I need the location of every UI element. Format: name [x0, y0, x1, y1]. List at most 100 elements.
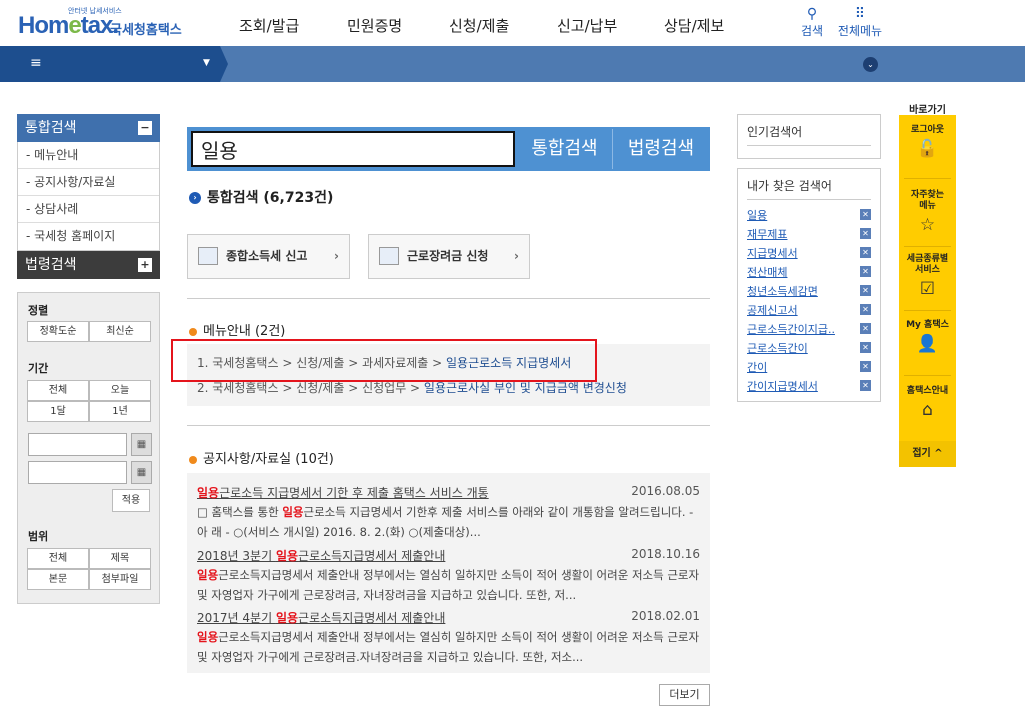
- my-keyword-item[interactable]: 재무제표: [747, 226, 787, 242]
- sidebar-item-menu[interactable]: - 메뉴안내: [18, 142, 159, 169]
- header-search-label: 검색: [800, 24, 824, 38]
- logout-label: 로그아웃: [910, 125, 945, 135]
- remove-keyword-icon[interactable]: ✕: [860, 247, 871, 258]
- notice-body-1: □ 홈택스를 통한 일용근로소득 지급명세서 기한후 제출 서비스를 아래와 같…: [197, 502, 702, 542]
- grid-icon: ⠿: [854, 6, 866, 22]
- my-hometax-button[interactable]: My 홈택스 👤: [899, 320, 956, 355]
- notice-body-1-pre: □ 홈택스를 통한: [197, 505, 283, 519]
- remove-keyword-icon[interactable]: ✕: [860, 209, 871, 220]
- menu-section-title: 메뉴안내 (2건): [203, 324, 286, 339]
- collapse-icon[interactable]: −: [138, 121, 152, 135]
- period-all-button[interactable]: 전체: [27, 380, 89, 401]
- end-date-input[interactable]: [28, 461, 127, 484]
- notice-title-3-text: 근로소득지급명세서 제출안내: [298, 611, 446, 625]
- my-keyword-item[interactable]: 간이: [747, 359, 767, 375]
- total-search-button[interactable]: 통합검색: [517, 129, 613, 169]
- remove-keyword-icon[interactable]: ✕: [860, 342, 871, 353]
- scope-all-button[interactable]: 전체: [27, 548, 89, 569]
- quick-income-tax-button[interactable]: 종합소득세 신고 ›: [187, 234, 350, 279]
- remove-keyword-icon[interactable]: ✕: [860, 380, 871, 391]
- my-keyword-item[interactable]: 공제신고서: [747, 302, 798, 318]
- divider: [187, 298, 710, 299]
- total-search-header[interactable]: 통합검색 −: [17, 114, 160, 142]
- sort-accuracy-button[interactable]: 정확도순: [27, 321, 89, 342]
- my-keyword-item[interactable]: 근로소득간이: [747, 340, 808, 356]
- hometax-logo[interactable]: 안터넷 납세서비스 Hometax. 국세청홈택스: [18, 6, 183, 40]
- divider: [747, 145, 871, 146]
- orange-dot-icon: [189, 327, 197, 336]
- law-search-header[interactable]: 법령검색 +: [17, 251, 160, 279]
- notice-title-2-pre: 2018년 3분기: [197, 549, 276, 563]
- more-button[interactable]: 더보기: [659, 684, 710, 706]
- nav-consult-report[interactable]: 상담/제보: [664, 15, 724, 36]
- period-year-button[interactable]: 1년: [89, 401, 151, 422]
- my-keyword-item[interactable]: 청년소득세감면: [747, 283, 818, 299]
- sort-latest-button[interactable]: 최신순: [89, 321, 151, 342]
- remove-keyword-icon[interactable]: ✕: [860, 361, 871, 372]
- sidebar-item-notice[interactable]: - 공지사항/자료실: [18, 169, 159, 196]
- scope-attachment-button[interactable]: 첨부파일: [89, 569, 151, 590]
- hometax-guide-button[interactable]: 홈택스안내 ⌂: [899, 386, 956, 421]
- sidebar-item-nts-home[interactable]: - 국세청 홈페이지: [18, 223, 159, 250]
- notice-body-3-text: 근로소득지급명세서 제출안내 정부에서는 열심히 일하지만 소득이 적어 생활이…: [197, 630, 700, 664]
- expand-icon[interactable]: +: [138, 258, 152, 272]
- notice-title-1-text: 근로소득 지급명세서 기한 후 제출 홈택스 서비스 개통: [219, 486, 489, 500]
- popular-keywords-box: 인기검색어: [737, 114, 881, 159]
- remove-keyword-icon[interactable]: ✕: [860, 285, 871, 296]
- header-search-button[interactable]: ⚲ 검색: [799, 6, 825, 39]
- nav-apply-submit[interactable]: 신청/제출: [449, 15, 509, 36]
- remove-keyword-icon[interactable]: ✕: [860, 323, 871, 334]
- remove-keyword-icon[interactable]: ✕: [860, 266, 871, 277]
- tax-service-button[interactable]: 세금종류별 서비스 ☑: [899, 254, 956, 300]
- law-search-button[interactable]: 법령검색: [614, 129, 708, 169]
- sidebar-item-consult[interactable]: - 상담사례: [18, 196, 159, 223]
- remove-keyword-icon[interactable]: ✕: [860, 228, 871, 239]
- notice-body-1-highlight: 일용: [282, 505, 304, 519]
- all-menu-button[interactable]: ⠿ 전체메뉴: [837, 6, 883, 39]
- notice-title-2[interactable]: 2018년 3분기 일용근로소득지급명세서 제출안내: [197, 547, 445, 564]
- fold-button[interactable]: 접기 ^: [899, 441, 956, 467]
- law-search-label: 법령검색: [25, 257, 77, 273]
- nav-inquiry[interactable]: 조회/발급: [239, 15, 299, 36]
- period-month-button[interactable]: 1달: [27, 401, 89, 422]
- remove-keyword-icon[interactable]: ✕: [860, 304, 871, 315]
- quick-income-tax-label: 종합소득세 신고: [226, 249, 308, 263]
- my-keyword-item[interactable]: 전산매체: [747, 264, 787, 280]
- calendar-icon[interactable]: ▦: [131, 433, 152, 456]
- search-filter-panel: 정렬 정확도순 최신순 기간 전체 오늘 1달 1년 ▦ ▦ 적용 범위 전체 …: [17, 292, 160, 604]
- document-check-icon: [379, 247, 399, 265]
- all-menu-label: 전체메뉴: [837, 24, 883, 38]
- notice-section-title: 공지사항/자료실 (10건): [203, 452, 334, 467]
- start-date-input[interactable]: [28, 433, 127, 456]
- scope-title-button[interactable]: 제목: [89, 548, 151, 569]
- notice-title-3[interactable]: 2017년 4분기 일용근로소득지급명세서 제출안내: [197, 609, 445, 626]
- apply-button[interactable]: 적용: [112, 489, 150, 512]
- tax-service-label: 세금종류별 서비스: [906, 254, 949, 275]
- period-title: 기간: [28, 362, 49, 375]
- scope-body-button[interactable]: 본문: [27, 569, 89, 590]
- search-input[interactable]: [191, 131, 515, 167]
- search-icon: ⚲: [806, 6, 818, 22]
- menu-path-2-text: 2. 국세청홈택스 > 신청/제출 > 신청업무 >: [197, 381, 424, 395]
- nav-certificate[interactable]: 민원증명: [347, 15, 402, 36]
- hamburger-icon[interactable]: ≡: [30, 55, 42, 71]
- period-today-button[interactable]: 오늘: [89, 380, 151, 401]
- logout-button[interactable]: 로그아웃 🔓: [899, 125, 956, 160]
- home-icon: ⌂: [922, 400, 933, 420]
- my-keyword-item[interactable]: 간이지급명세서: [747, 378, 818, 394]
- caret-down-icon[interactable]: ▼: [203, 58, 210, 68]
- notice-title-3-pre: 2017년 4분기: [197, 611, 276, 625]
- my-keyword-item[interactable]: 근로소득간이지급..: [747, 321, 835, 337]
- notice-body-3: 일용근로소득지급명세서 제출안내 정부에서는 열심히 일하지만 소득이 적어 생…: [197, 627, 702, 667]
- quick-earned-income-button[interactable]: 근로장려금 신청 ›: [368, 234, 530, 279]
- nav-report-payment[interactable]: 신고/납부: [557, 15, 617, 36]
- favorite-menu-button[interactable]: 자주찾는 메뉴 ☆: [899, 190, 956, 236]
- my-keyword-item[interactable]: 지급명세서: [747, 245, 798, 261]
- quick-link-bar: 로그아웃 🔓 자주찾는 메뉴 ☆ 세금종류별 서비스 ☑ My 홈택스 👤 홈택스안내 ⌂: [899, 115, 956, 467]
- notice-title-1[interactable]: 일용근로소득 지급명세서 기한 후 제출 홈택스 서비스 개통: [197, 484, 489, 501]
- divider: [904, 375, 951, 376]
- chevron-down-icon[interactable]: ⌄: [863, 57, 878, 72]
- notice-date-1: 2016.08.05: [631, 484, 700, 498]
- my-keyword-item[interactable]: 일용: [747, 207, 767, 223]
- calendar-icon[interactable]: ▦: [131, 461, 152, 484]
